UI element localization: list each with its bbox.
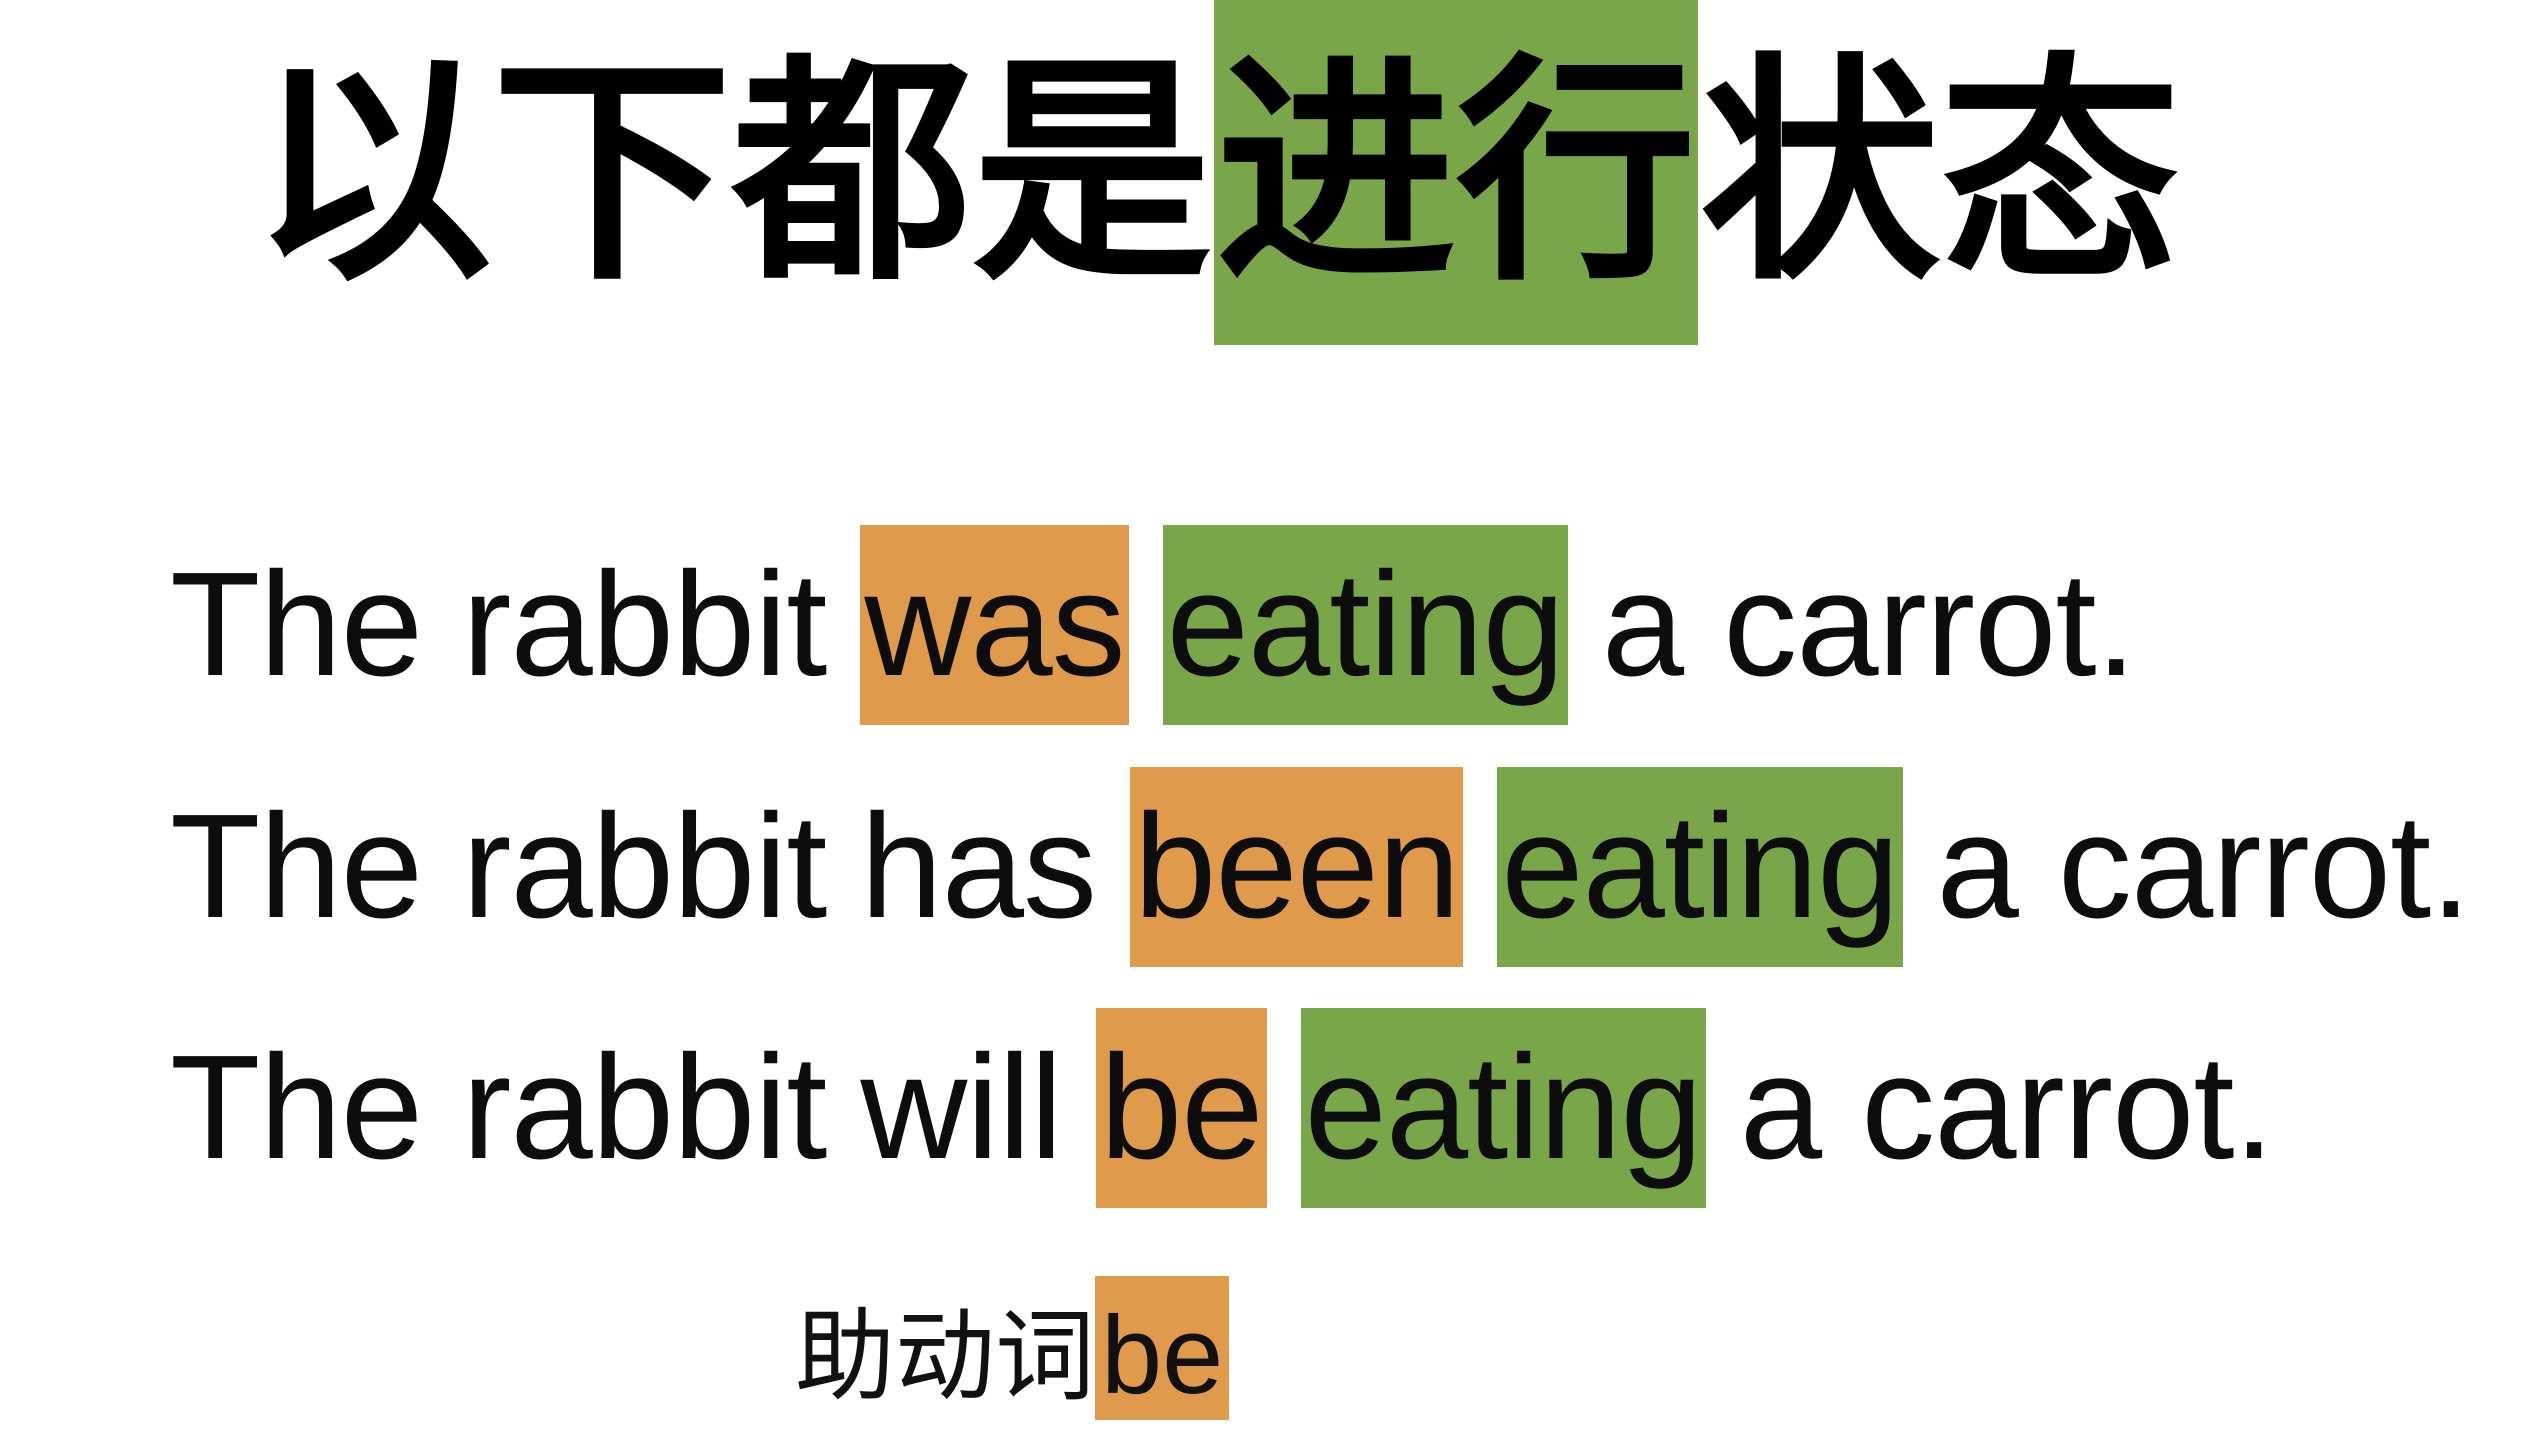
auxiliary-highlight: be (1095, 1008, 1267, 1208)
sentence-subject: The rabbit (170, 784, 827, 949)
auxiliary-highlight: was (860, 525, 1129, 725)
note-be-highlight: be (1095, 1276, 1230, 1420)
auxiliary-note: 助动词 be (795, 1276, 1230, 1420)
verb-ing-highlight: eating (1497, 767, 1903, 967)
sentence-modal: will (860, 1025, 1063, 1190)
note-label: 助动词 (795, 1298, 1095, 1415)
title-highlight-progressive: 进行 (1214, 0, 1699, 345)
sentence-object: a carrot. (1739, 1025, 2275, 1190)
page-title: 以下都是 进行 状态 (250, 0, 2182, 345)
sentence-object: a carrot. (1601, 542, 2137, 707)
title-suffix: 状态 (1700, 31, 2181, 313)
auxiliary-highlight: been (1130, 767, 1464, 967)
sentence-future-progressive: The rabbit will be eating a carrot. (170, 1008, 2275, 1208)
sentence-modal: has (860, 784, 1097, 949)
sentence-past-progressive: The rabbit was eating a carrot. (170, 525, 2137, 725)
sentence-present-perfect-progressive: The rabbit has been eating a carrot. (170, 767, 2472, 967)
sentence-object: a carrot. (1936, 784, 2472, 949)
title-prefix: 以下都是 (252, 31, 1213, 313)
verb-ing-highlight: eating (1162, 525, 1568, 725)
sentence-subject: The rabbit (170, 542, 827, 707)
verb-ing-highlight: eating (1300, 1008, 1706, 1208)
sentence-subject: The rabbit (170, 1025, 827, 1190)
